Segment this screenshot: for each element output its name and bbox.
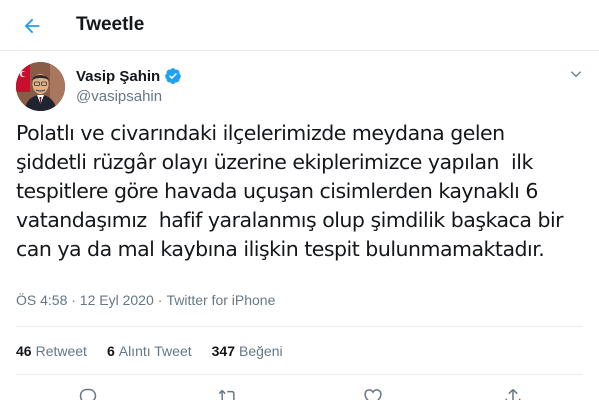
- page-title: Tweetle: [76, 14, 145, 35]
- stat-count: 6: [106, 343, 115, 359]
- stat-label: Retweet: [35, 343, 87, 359]
- meta-separator: ·: [157, 292, 163, 308]
- stat-label: Beğeni: [239, 343, 283, 359]
- stat-count: 46: [16, 343, 32, 359]
- tweet-timestamp[interactable]: ÖS 4:58 · 12 Eyl 2020: [16, 291, 154, 309]
- retweet-button[interactable]: [217, 387, 239, 400]
- stat-likes[interactable]: 347 Beğeni: [212, 342, 283, 360]
- reply-button[interactable]: [77, 387, 99, 400]
- more-options-button[interactable]: [566, 64, 586, 84]
- arrow-left-icon: [24, 18, 40, 34]
- stat-quote-tweets[interactable]: 6 Alıntı Tweet: [107, 342, 192, 360]
- tweet-meta: ÖS 4:58 · 12 Eyl 2020 · Twitter for iPho…: [16, 291, 275, 309]
- avatar[interactable]: [16, 62, 65, 111]
- stat-count: 347: [211, 343, 235, 359]
- divider: [16, 374, 583, 375]
- tweet-header: Tweetle: [0, 0, 599, 51]
- tweet-author: Vasip Şahin @vasipsahin: [76, 66, 182, 107]
- retweet-icon: [218, 389, 237, 400]
- share-icon: [505, 388, 521, 400]
- chevron-down-icon: [570, 71, 582, 78]
- stat-retweets[interactable]: 46 Retweet: [16, 342, 87, 360]
- tweet-text: Polatlı ve civarındaki ilçelerimizde mey…: [16, 121, 564, 261]
- verified-badge-icon: [164, 67, 182, 85]
- like-button[interactable]: [362, 387, 384, 400]
- divider: [16, 326, 583, 327]
- author-display-name[interactable]: Vasip Şahin: [76, 68, 160, 85]
- tweet-source[interactable]: Twitter for iPhone: [166, 291, 275, 309]
- stat-label: Alıntı Tweet: [118, 343, 192, 359]
- like-icon: [364, 389, 382, 400]
- author-handle[interactable]: @vasipsahin: [76, 87, 182, 107]
- tweet-actions: [0, 383, 599, 400]
- reply-icon: [79, 388, 97, 400]
- back-button[interactable]: [15, 9, 49, 43]
- tweet-stats: 46 Retweet 6 Alıntı Tweet 347 Beğeni: [16, 342, 303, 360]
- share-button[interactable]: [502, 387, 524, 400]
